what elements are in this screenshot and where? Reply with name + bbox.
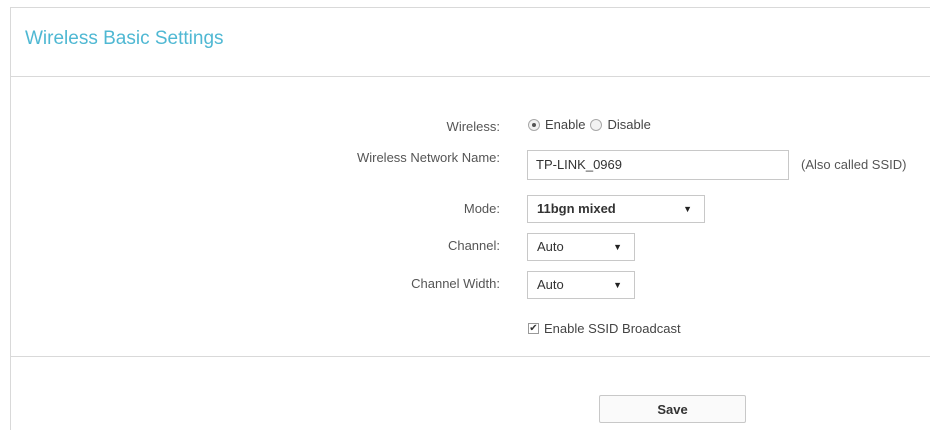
wireless-disable-label[interactable]: Disable: [607, 117, 650, 132]
checkmark-icon: ✔: [529, 323, 538, 334]
save-button[interactable]: Save: [599, 395, 746, 423]
page-title: Wireless Basic Settings: [25, 28, 224, 49]
mode-select-value: 11bgn mixed: [537, 201, 616, 216]
wireless-disable-radio[interactable]: [590, 118, 603, 131]
settings-panel: Wireless Basic Settings Wireless: Enable…: [10, 7, 930, 430]
network-name-label: Wireless Network Name:: [356, 150, 500, 165]
ssid-hint: (Also called SSID): [801, 157, 907, 172]
mode-select[interactable]: 11bgn mixed ▼: [527, 195, 705, 223]
channel-select-value: Auto: [537, 239, 564, 254]
chevron-down-icon: ▼: [683, 204, 692, 214]
chevron-down-icon: ▼: [613, 280, 622, 290]
wireless-label: Wireless:: [446, 119, 500, 134]
network-name-input[interactable]: TP-LINK_0969: [527, 150, 789, 180]
wireless-enable-label[interactable]: Enable: [545, 117, 585, 132]
ssid-broadcast-label[interactable]: Enable SSID Broadcast: [544, 321, 681, 336]
ssid-broadcast-checkbox[interactable]: ✔: [528, 323, 539, 334]
channel-width-select[interactable]: Auto ▼: [527, 271, 635, 299]
chevron-down-icon: ▼: [613, 242, 622, 252]
channel-label: Channel:: [447, 238, 500, 253]
channel-width-select-value: Auto: [537, 277, 564, 292]
ssid-broadcast-group: ✔ Enable SSID Broadcast: [528, 321, 681, 336]
channel-width-label: Channel Width:: [411, 276, 500, 291]
wireless-enable-radio[interactable]: [528, 118, 540, 131]
wireless-radio-group: Enable Disable: [528, 117, 656, 132]
channel-select[interactable]: Auto ▼: [527, 233, 635, 261]
divider: [11, 356, 930, 357]
mode-label: Mode:: [463, 201, 500, 216]
title-bar: Wireless Basic Settings: [11, 8, 930, 77]
